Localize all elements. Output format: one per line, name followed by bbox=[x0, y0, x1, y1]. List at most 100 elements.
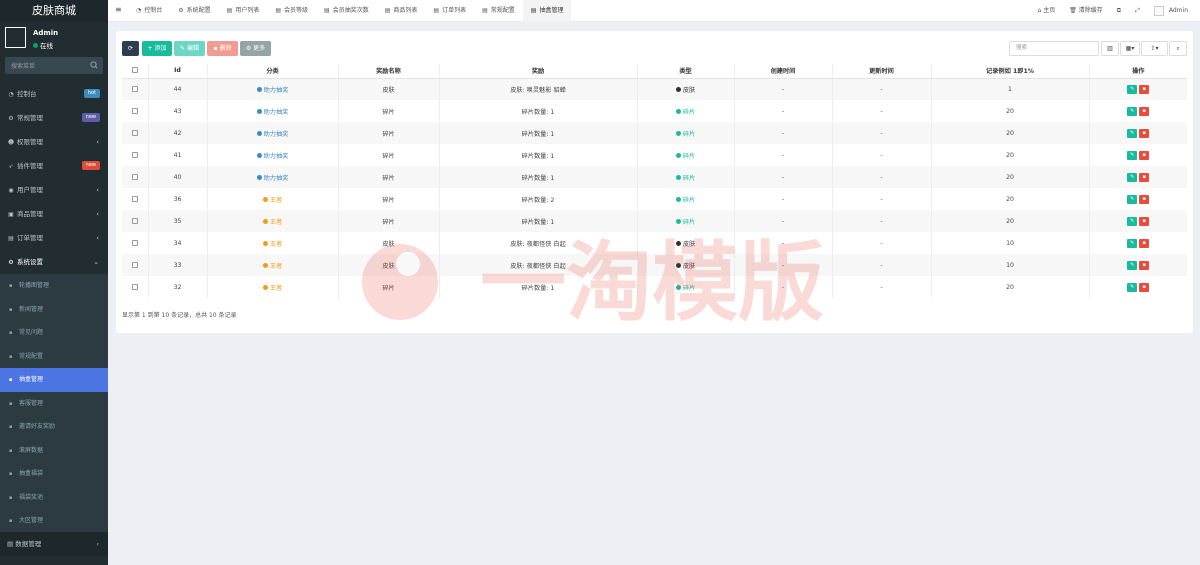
tab-3[interactable]: ▤ 会员等级 bbox=[267, 0, 316, 22]
sidebar-subitem-3[interactable]: ▪ 常规配置 bbox=[0, 345, 108, 369]
tab-5[interactable]: ▤ 商品列表 bbox=[377, 0, 426, 22]
category-label[interactable]: 王者 bbox=[270, 197, 282, 204]
category-label[interactable]: 助力抽奖 bbox=[264, 175, 289, 182]
category-label[interactable]: 助力抽奖 bbox=[264, 153, 289, 160]
row-edit-icon[interactable]: ✎ bbox=[1127, 128, 1138, 138]
row-delete-icon[interactable]: ▪ bbox=[1139, 172, 1150, 182]
sidebar-subitem-0[interactable]: ▪ 轮播图管理 bbox=[0, 274, 108, 298]
row-checkbox[interactable] bbox=[131, 85, 138, 92]
row-delete-icon[interactable]: ▪ bbox=[1139, 216, 1150, 226]
multiplayer-toggle[interactable]: ⧉ bbox=[1110, 0, 1128, 22]
category-label[interactable]: 助力抽奖 bbox=[264, 131, 289, 138]
table-row[interactable]: 35 王者 碎片 碎片数量: 1 碎片 - -20 ✎ ▪ bbox=[122, 210, 1187, 232]
sidebar-item-6[interactable]: ▤ 订单管理 ‹ bbox=[0, 226, 108, 250]
column-header[interactable]: 分类 bbox=[206, 64, 338, 79]
row-checkbox[interactable] bbox=[131, 261, 138, 268]
sidebar-item-3[interactable]: ➶ 插件管理 new bbox=[0, 154, 108, 178]
table-search-input[interactable]: 搜索 bbox=[1009, 41, 1099, 56]
tab-2[interactable]: ▤ 用户列表 bbox=[219, 0, 268, 22]
row-edit-icon[interactable]: ✎ bbox=[1127, 282, 1138, 292]
row-delete-icon[interactable]: ▪ bbox=[1139, 128, 1150, 138]
row-edit-icon[interactable]: ✎ bbox=[1127, 238, 1138, 248]
column-header[interactable]: 更新时间 bbox=[831, 64, 931, 79]
more-button[interactable]: ⚙ 更多 bbox=[240, 41, 271, 56]
row-checkbox[interactable] bbox=[131, 129, 138, 136]
add-button[interactable]: + 添加 bbox=[142, 41, 172, 56]
clear-cache-button[interactable]: 🗑 清除缓存 bbox=[1062, 0, 1110, 22]
sidebar-search-input[interactable]: 搜索菜单 bbox=[11, 61, 35, 70]
sidebar-subitem-2[interactable]: ▪ 常见问题 bbox=[0, 321, 108, 345]
category-label[interactable]: 助力抽奖 bbox=[264, 109, 289, 116]
sidebar-subitem-4[interactable]: ▪ 抽盒管理 bbox=[0, 368, 108, 392]
column-header[interactable]: 创建时间 bbox=[733, 64, 832, 79]
refresh-button[interactable]: ⟳ bbox=[122, 41, 139, 56]
row-delete-icon[interactable]: ▪ bbox=[1139, 194, 1150, 204]
table-row[interactable]: 40 助力抽奖 碎片 碎片数量: 1 碎片 - -20 ✎ ▪ bbox=[122, 166, 1187, 188]
table-row[interactable]: 44 助力抽奖 皮肤 皮肤: 唤灵魅影 貂蝉 皮肤 - -1 ✎ ▪ bbox=[122, 78, 1187, 100]
category-label[interactable]: 助力抽奖 bbox=[264, 87, 289, 94]
table-row[interactable]: 34 王者 皮肤 皮肤: 夜都怪侠 白起 皮肤 - -10 ✎ ▪ bbox=[122, 232, 1187, 254]
tab-6[interactable]: ▤ 订单列表 bbox=[425, 0, 474, 22]
columns-button[interactable]: ▦▾ bbox=[1120, 41, 1140, 56]
row-delete-icon[interactable]: ▪ bbox=[1139, 150, 1150, 160]
sidebar-item-data[interactable]: ▤ 数据管理 ‹ bbox=[0, 532, 108, 556]
admin-menu[interactable]: Admin bbox=[1147, 0, 1200, 22]
column-header[interactable]: 奖励 bbox=[438, 64, 637, 79]
sidebar-item-4[interactable]: ◉ 用户管理 ‹ bbox=[0, 178, 108, 202]
brand-logo[interactable]: 皮肤商城 bbox=[0, 0, 108, 22]
row-checkbox[interactable] bbox=[131, 283, 138, 290]
row-checkbox[interactable] bbox=[131, 173, 138, 180]
row-edit-icon[interactable]: ✎ bbox=[1127, 194, 1138, 204]
home-link[interactable]: ⌂ 主页 bbox=[1030, 0, 1062, 22]
category-label[interactable]: 王者 bbox=[270, 219, 282, 226]
category-label[interactable]: 王者 bbox=[270, 263, 282, 270]
column-header[interactable]: Id bbox=[147, 64, 207, 79]
menu-toggle-icon[interactable]: ≡ bbox=[115, 5, 122, 14]
toggle-view-button[interactable]: ▥ bbox=[1101, 41, 1119, 56]
column-header[interactable]: 操作 bbox=[1088, 64, 1187, 79]
sidebar-subitem-6[interactable]: ▪ 邀请好友奖励 bbox=[0, 415, 108, 439]
category-label[interactable]: 王者 bbox=[270, 241, 282, 248]
row-edit-icon[interactable]: ✎ bbox=[1127, 150, 1138, 160]
row-edit-icon[interactable]: ✎ bbox=[1127, 106, 1138, 116]
sidebar-subitem-1[interactable]: ▪ 新闻管理 bbox=[0, 298, 108, 322]
sidebar-item-2[interactable]: ☻ 权限管理 ‹ bbox=[0, 130, 108, 154]
export-button[interactable]: ⇪▾ bbox=[1141, 41, 1168, 56]
sidebar-item-7[interactable]: ⚙ 系统设置 ⌄ bbox=[0, 250, 108, 274]
sidebar-subitem-5[interactable]: ▪ 客服管理 bbox=[0, 392, 108, 416]
search-icon[interactable] bbox=[89, 59, 99, 71]
row-edit-icon[interactable]: ✎ bbox=[1127, 216, 1138, 226]
table-row[interactable]: 43 助力抽奖 碎片 碎片数量: 1 碎片 - -20 ✎ ▪ bbox=[122, 100, 1187, 122]
sidebar-subitem-10[interactable]: ▪ 大区管理 bbox=[0, 509, 108, 533]
sidebar-item-1[interactable]: ⚙ 常规管理 new bbox=[0, 106, 108, 130]
sidebar-subitem-9[interactable]: ▪ 福袋奖池 bbox=[0, 486, 108, 510]
row-checkbox[interactable] bbox=[131, 217, 138, 224]
category-label[interactable]: 王者 bbox=[270, 285, 282, 292]
row-checkbox[interactable] bbox=[131, 195, 138, 202]
row-edit-icon[interactable]: ✎ bbox=[1127, 172, 1138, 182]
row-delete-icon[interactable]: ▪ bbox=[1139, 106, 1150, 116]
sidebar-subitem-8[interactable]: ▪ 抽盒福袋 bbox=[0, 462, 108, 486]
row-checkbox[interactable] bbox=[131, 107, 138, 114]
sidebar-item-5[interactable]: ▣ 商品管理 ‹ bbox=[0, 202, 108, 226]
column-header[interactable]: 奖励名称 bbox=[337, 64, 439, 79]
column-header[interactable]: 类型 bbox=[636, 64, 734, 79]
row-edit-icon[interactable]: ✎ bbox=[1127, 260, 1138, 270]
delete-button[interactable]: ▪ 删除 bbox=[207, 41, 238, 56]
tab-4[interactable]: ▤ 会员抽奖次数 bbox=[316, 0, 377, 22]
edit-button[interactable]: ✎ 编辑 bbox=[174, 41, 205, 56]
table-row[interactable]: 42 助力抽奖 碎片 碎片数量: 1 碎片 - -20 ✎ ▪ bbox=[122, 122, 1187, 144]
table-row[interactable]: 32 王者 碎片 碎片数量: 1 碎片 - -20 ✎ ▪ bbox=[122, 276, 1187, 298]
sidebar-search[interactable]: 搜索菜单 bbox=[5, 57, 103, 74]
tab-0[interactable]: ◔ 控制台 bbox=[128, 0, 170, 22]
tab-7[interactable]: ▤ 常规配置 bbox=[474, 0, 523, 22]
row-delete-icon[interactable]: ▪ bbox=[1139, 84, 1150, 94]
sidebar-item-0[interactable]: ◔ 控制台 hot bbox=[0, 82, 108, 106]
tab-8[interactable]: ▤ 抽盒管理 bbox=[522, 0, 572, 22]
table-row[interactable]: 33 王者 皮肤 皮肤: 夜都怪侠 白起 皮肤 - -10 ✎ ▪ bbox=[122, 254, 1187, 276]
row-edit-icon[interactable]: ✎ bbox=[1127, 84, 1138, 94]
tab-1[interactable]: ⚙ 系统配置 bbox=[170, 0, 218, 22]
row-delete-icon[interactable]: ▪ bbox=[1139, 238, 1150, 248]
search-toggle-button[interactable]: ⌕ bbox=[1169, 41, 1187, 56]
table-row[interactable]: 36 王者 碎片 碎片数量: 2 碎片 - -20 ✎ ▪ bbox=[122, 188, 1187, 210]
